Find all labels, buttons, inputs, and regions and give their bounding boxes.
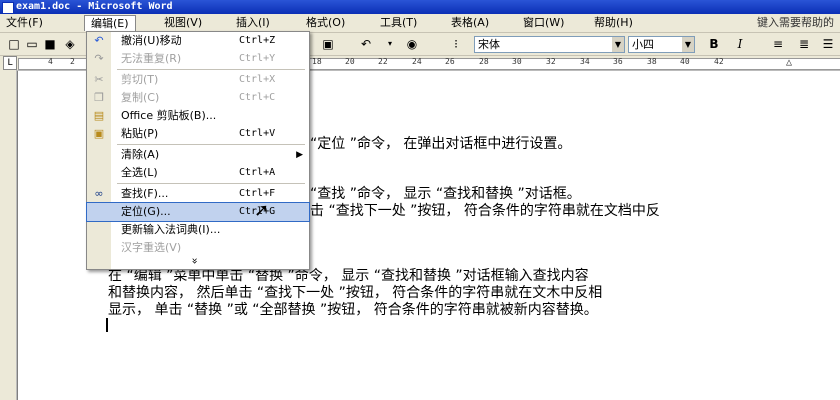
menu-item-goto[interactable]: 定位(G)... Ctrl+G [86, 202, 310, 222]
ruler-tick: 42 [714, 57, 724, 66]
ruler-tick: 32 [546, 57, 556, 66]
menu-file[interactable]: 文件(F) [0, 15, 49, 30]
doc-line: 击 “查找下一处 ”按钮， 符合条件的字符串就在文档中反 [310, 203, 660, 219]
menu-tools[interactable]: 工具(T) [374, 15, 423, 30]
menu-item-update-ime-dictionary[interactable]: 更新输入法词典(I)... [87, 221, 309, 239]
menu-item-select-all[interactable]: 全选(L) Ctrl+A [87, 164, 309, 182]
menu-item-label: 查找(F)... [121, 187, 169, 200]
binoculars-icon: ∞ [94, 187, 104, 200]
bold-button[interactable]: B [706, 36, 722, 52]
menu-view[interactable]: 视图(V) [158, 15, 208, 30]
menu-expand-button[interactable]: » [87, 254, 309, 268]
menu-item-clear[interactable]: 清除(A) ▶ [87, 146, 309, 164]
menu-item-find[interactable]: ∞ 查找(F)... Ctrl+F [87, 185, 309, 203]
menu-item-shortcut: Ctrl+C [239, 92, 276, 103]
menu-separator [117, 183, 305, 184]
menu-item-shortcut: Ctrl+Z [239, 35, 276, 46]
menu-edit[interactable]: 编辑(E) [84, 15, 136, 31]
menu-item-shortcut: Ctrl+X [239, 74, 276, 85]
menu-item-paste[interactable]: ▣ 粘贴(P) Ctrl+V [87, 125, 309, 143]
submenu-arrow-icon: ▶ [296, 150, 303, 160]
ruler-tick: 22 [378, 57, 388, 66]
vertical-ruler [0, 70, 17, 400]
menu-insert[interactable]: 插入(I) [230, 15, 276, 30]
undo-icon: ↶ [94, 34, 104, 47]
menu-item-redo[interactable]: ↷ 无法重复(R) Ctrl+Y [87, 50, 309, 68]
copy-icon: ❐ [94, 91, 104, 104]
ruler-tick: 26 [445, 57, 455, 66]
menu-item-label: 定位(G)... [121, 205, 171, 218]
menu-item-label: 剪切(T) [121, 73, 159, 86]
redo-icon: ↷ [94, 52, 104, 65]
justify-icon[interactable]: ≣ [796, 36, 812, 52]
menu-item-label: 更新输入法词典(I)... [121, 223, 221, 236]
font-name-combo[interactable]: 宋体 ▼ [474, 36, 625, 53]
toolbar-options-icon[interactable]: ⁝ [448, 36, 464, 52]
title-bar: exam1.doc - Microsoft Word [0, 0, 840, 14]
menu-item-label: Office 剪贴板(B)... [121, 109, 217, 122]
edit-menu-dropdown: ↶ 撤消(U)移动 Ctrl+Z ↷ 无法重复(R) Ctrl+Y ✂ 剪切(T… [86, 31, 310, 270]
clipboard-icon: ▤ [93, 109, 105, 122]
expand-chevron-icon: » [188, 257, 202, 265]
ruler-tick: 24 [412, 57, 422, 66]
menu-item-label: 无法重复(R) [121, 52, 182, 65]
menu-item-shortcut: Ctrl+V [239, 128, 276, 139]
menu-window[interactable]: 窗口(W) [517, 15, 570, 30]
align-right-icon[interactable]: ☰ [820, 36, 836, 52]
menu-item-shortcut: Ctrl+A [239, 167, 276, 178]
ruler-tick: 40 [680, 57, 690, 66]
doc-line: 显示， 单击 “替换 ”或 “全部替换 ”按钮， 符合条件的字符串就被新内容替换… [108, 302, 598, 318]
ruler-tick: 38 [647, 57, 657, 66]
menu-item-office-clipboard[interactable]: ▤ Office 剪贴板(B)... [87, 107, 309, 125]
menu-item-label: 粘贴(P) [121, 127, 159, 140]
menu-item-copy[interactable]: ❐ 复制(C) Ctrl+C [87, 89, 309, 107]
font-size-dropdown-icon[interactable]: ▼ [682, 37, 694, 52]
menu-item-label: 复制(C) [121, 91, 160, 104]
menu-help[interactable]: 帮助(H) [588, 15, 639, 30]
ruler-tick: 4 [48, 57, 53, 66]
hyperlink-icon[interactable]: ◉ [404, 36, 420, 52]
font-size-value: 小四 [632, 38, 654, 51]
menu-item-cut[interactable]: ✂ 剪切(T) Ctrl+X [87, 71, 309, 89]
menu-separator [117, 144, 305, 145]
ruler-tick: 18 [312, 57, 322, 66]
menu-item-undo[interactable]: ↶ 撤消(U)移动 Ctrl+Z [87, 32, 309, 50]
ruler-tick: 30 [512, 57, 522, 66]
ruler-tick: 28 [479, 57, 489, 66]
ruler-tick: 2 [70, 57, 75, 66]
text-cursor [106, 318, 108, 332]
ruler-tick: 36 [613, 57, 623, 66]
doc-line: “定位 ”命令， 在弹出对话框中进行设置。 [310, 136, 572, 152]
align-icon[interactable]: ≡ [770, 36, 786, 52]
save-icon[interactable]: ■ [42, 36, 58, 52]
tab-stop-icon[interactable]: L [3, 56, 17, 70]
undo-toolbar-icon[interactable]: ↶ [358, 36, 374, 52]
ruler-tick: 20 [345, 57, 355, 66]
undo-dropdown-icon[interactable]: ▾ [382, 36, 398, 52]
help-search-box[interactable]: 键入需要帮助的 [757, 15, 834, 30]
menu-format[interactable]: 格式(O) [300, 15, 351, 30]
new-document-icon[interactable]: □ [6, 36, 22, 52]
menu-separator [117, 69, 305, 70]
font-name-value: 宋体 [478, 38, 500, 51]
menu-item-label: 撤消(U)移动 [121, 34, 182, 47]
permission-icon[interactable]: ◈ [62, 36, 78, 52]
menu-table[interactable]: 表格(A) [445, 15, 495, 30]
menu-item-shortcut: Ctrl+Y [239, 53, 276, 64]
menu-item-label: 清除(A) [121, 148, 160, 161]
italic-button[interactable]: I [732, 36, 748, 52]
font-size-combo[interactable]: 小四 ▼ [628, 36, 695, 53]
paste-icon: ▣ [93, 127, 105, 140]
font-name-dropdown-icon[interactable]: ▼ [612, 37, 624, 52]
open-folder-icon[interactable]: ▭ [24, 36, 40, 52]
word-app-icon [2, 2, 14, 14]
mouse-pointer-icon: ➚ [254, 200, 270, 221]
paste-toolbar-icon[interactable]: ▣ [320, 36, 336, 52]
cut-icon: ✂ [94, 73, 104, 86]
menu-item-label: 全选(L) [121, 166, 158, 179]
right-indent-marker-icon[interactable]: △ [786, 57, 792, 68]
window-title: exam1.doc - Microsoft Word [16, 1, 173, 12]
ruler-tick: 34 [580, 57, 590, 66]
